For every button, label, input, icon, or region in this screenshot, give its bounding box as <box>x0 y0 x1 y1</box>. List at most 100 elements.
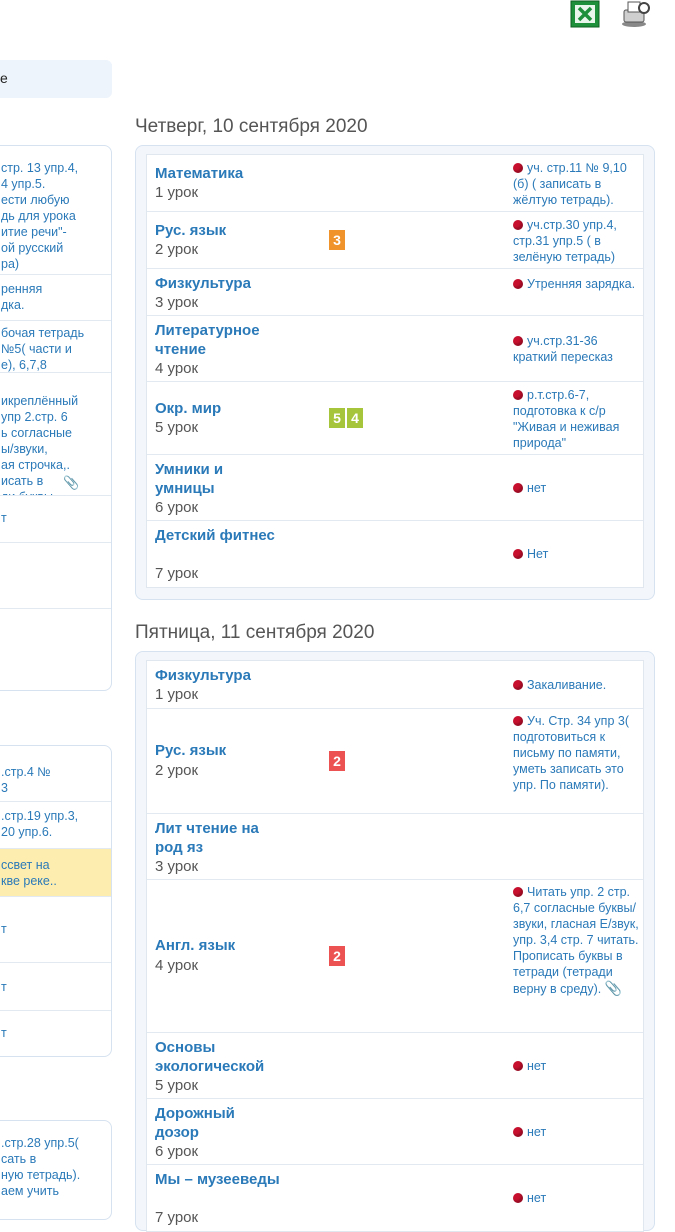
subject-link[interactable]: Мы – музееведы <box>155 1170 280 1189</box>
lesson-list: Физкультура 1 урок Закаливание. Рус. язы… <box>146 660 644 1232</box>
homework[interactable]: Читать упр. 2 стр. 6,7 согласные буквы/з… <box>513 884 641 997</box>
homework[interactable]: уч.стр.31-36 краткий пересказ <box>513 333 641 365</box>
status-dot-icon <box>513 887 523 897</box>
subject-link[interactable]: Рус. язык <box>155 741 280 760</box>
subject-link[interactable]: Окр. мир <box>155 399 280 418</box>
paperclip-icon[interactable]: 📎 <box>605 980 622 996</box>
status-dot-icon <box>513 279 523 289</box>
left-homework-row[interactable]: икреплённый упр 2.стр. 6 ь согласные ы/з… <box>0 373 111 496</box>
paperclip-icon[interactable]: 📎 <box>63 475 79 491</box>
subject-link[interactable]: Дорожный дозор <box>155 1104 280 1142</box>
lesson-number: 4 урок <box>155 360 199 377</box>
lesson-number: 2 урок <box>155 762 199 779</box>
status-dot-icon <box>513 336 523 346</box>
subject-link[interactable]: Физкультура <box>155 666 280 685</box>
status-dot-icon <box>513 1127 523 1137</box>
lesson-number: 4 урок <box>155 957 199 974</box>
homework[interactable]: уч.стр.30 упр.4, стр.31 упр.5 ( в зелёну… <box>513 217 641 265</box>
subject-link[interactable]: Англ. язык <box>155 936 280 955</box>
lesson-row[interactable]: Физкультура 1 урок Закаливание. <box>147 661 643 709</box>
homework[interactable]: Нет <box>513 546 641 562</box>
grade-badge[interactable]: 3 <box>329 230 345 250</box>
lesson-number: 7 урок <box>155 565 199 582</box>
homework[interactable]: нет <box>513 480 641 496</box>
search-text: е <box>0 70 8 86</box>
left-homework-row[interactable] <box>0 609 111 681</box>
left-homework-row[interactable]: т <box>0 897 111 963</box>
lesson-number: 6 урок <box>155 499 199 516</box>
day-panel-thursday: Математика 1 урок уч. стр.11 № 9,10 (б) … <box>135 145 655 600</box>
subject-link[interactable]: Литературное чтение <box>155 321 280 359</box>
homework[interactable]: уч. стр.11 № 9,10 (б) ( записать в жёлту… <box>513 160 641 208</box>
lesson-number: 3 урок <box>155 858 199 875</box>
status-dot-icon <box>513 1061 523 1071</box>
print-icon[interactable] <box>618 0 650 28</box>
lesson-row[interactable]: Окр. мир 5 урок 5 4 р.т.стр.6-7, подгото… <box>147 382 643 455</box>
lesson-row[interactable]: Дорожный дозор 6 урок нет <box>147 1099 643 1165</box>
excel-export-icon[interactable] <box>570 0 600 28</box>
lesson-row[interactable]: Детский фитнес 7 урок Нет <box>147 521 643 587</box>
lesson-row[interactable]: Литературное чтение 4 урок уч.стр.31-36 … <box>147 316 643 382</box>
left-homework-row[interactable]: .стр.4 № 3 <box>0 746 111 802</box>
lesson-number: 5 урок <box>155 419 199 436</box>
subject-link[interactable]: Умники и умницы <box>155 460 280 498</box>
left-homework-row[interactable]: бочая тетрадь №5( части и е), 6,7,8 <box>0 321 111 373</box>
lesson-row[interactable]: Физкультура 3 урок Утренняя зарядка. <box>147 269 643 316</box>
status-dot-icon <box>513 680 523 690</box>
lesson-row[interactable]: Математика 1 урок уч. стр.11 № 9,10 (б) … <box>147 155 643 212</box>
lesson-row[interactable]: Основы экологической 5 урок нет <box>147 1033 643 1099</box>
left-homework-row[interactable] <box>0 543 111 609</box>
homework[interactable]: нет <box>513 1190 641 1206</box>
left-day-panel-3: .стр.28 упр.5( сать в ную тетрадь). аем … <box>0 1120 112 1220</box>
left-day-panel-2: .стр.4 № 3 .стр.19 упр.3, 20 упр.6. ссве… <box>0 745 112 1057</box>
lesson-row[interactable]: Рус. язык 2 урок 3 уч.стр.30 упр.4, стр.… <box>147 212 643 269</box>
status-dot-icon <box>513 1193 523 1203</box>
status-dot-icon <box>513 716 523 726</box>
day-panel-friday: Физкультура 1 урок Закаливание. Рус. язы… <box>135 651 655 1232</box>
lesson-row[interactable]: Мы – музееведы 7 урок нет <box>147 1165 643 1231</box>
status-dot-icon <box>513 483 523 493</box>
subject-link[interactable]: Рус. язык <box>155 221 280 240</box>
homework[interactable]: р.т.стр.6-7, подготовка к с/р "Живая и н… <box>513 387 641 451</box>
left-homework-row[interactable]: стр. 13 упр.4, 4 упр.5. ести любую дь дл… <box>0 146 111 275</box>
subject-link[interactable]: Математика <box>155 164 280 183</box>
status-dot-icon <box>513 220 523 230</box>
left-homework-row[interactable]: т <box>0 963 111 1011</box>
grade-badge[interactable]: 2 <box>329 751 345 771</box>
homework[interactable]: Утренняя зарядка. <box>513 276 641 292</box>
lesson-row[interactable]: Лит чтение на род яз 3 урок <box>147 814 643 880</box>
lesson-number: 2 урок <box>155 241 199 258</box>
homework[interactable]: Уч. Стр. 34 упр 3( подготовиться к письм… <box>513 713 641 793</box>
subject-link[interactable]: Детский фитнес <box>155 526 280 545</box>
lesson-row[interactable]: Умники и умницы 6 урок нет <box>147 455 643 521</box>
subject-link[interactable]: Лит чтение на род яз <box>155 819 280 857</box>
subject-link[interactable]: Физкультура <box>155 274 280 293</box>
left-homework-row[interactable]: .стр.19 упр.3, 20 упр.6. <box>0 802 111 849</box>
search-input[interactable]: е <box>0 60 112 98</box>
homework[interactable]: нет <box>513 1124 641 1140</box>
grade-badge[interactable]: 2 <box>329 946 345 966</box>
homework[interactable]: нет <box>513 1058 641 1074</box>
status-dot-icon <box>513 390 523 400</box>
lesson-row[interactable]: Рус. язык 2 урок 2 Уч. Стр. 34 упр 3( по… <box>147 709 643 814</box>
subject-link[interactable]: Основы экологической <box>155 1038 280 1076</box>
lesson-number: 1 урок <box>155 686 199 703</box>
left-homework-row[interactable]: т <box>0 496 111 543</box>
lesson-row[interactable]: Англ. язык 4 урок 2 Читать упр. 2 стр. 6… <box>147 880 643 1033</box>
status-dot-icon <box>513 549 523 559</box>
left-homework-row[interactable]: ренняя дка. <box>0 275 111 321</box>
grade-badge[interactable]: 5 <box>329 408 345 428</box>
left-day-panel-1: стр. 13 упр.4, 4 упр.5. ести любую дь дл… <box>0 145 112 691</box>
lesson-list: Математика 1 урок уч. стр.11 № 9,10 (б) … <box>146 154 644 588</box>
left-homework-row[interactable]: .стр.28 упр.5( сать в ную тетрадь). аем … <box>0 1121 111 1219</box>
left-homework-row-highlighted[interactable]: ссвет на кве реке.. <box>0 849 111 897</box>
status-dot-icon <box>513 163 523 173</box>
lesson-number: 1 урок <box>155 184 199 201</box>
left-homework-row[interactable]: т <box>0 1011 111 1056</box>
homework[interactable]: Закаливание. <box>513 677 641 693</box>
day-title: Четверг, 10 сентября 2020 <box>135 116 368 137</box>
day-title: Пятница, 11 сентября 2020 <box>135 622 375 643</box>
lesson-number: 7 урок <box>155 1209 199 1226</box>
grade-badge[interactable]: 4 <box>347 408 363 428</box>
lesson-number: 5 урок <box>155 1077 199 1094</box>
